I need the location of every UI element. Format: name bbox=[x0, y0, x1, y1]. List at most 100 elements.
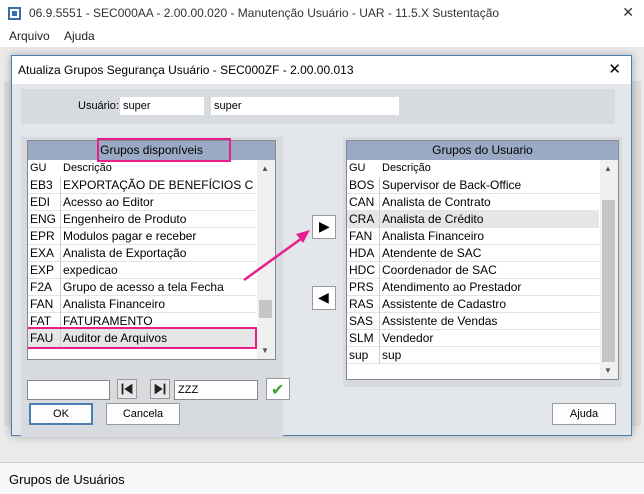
column-separator bbox=[379, 279, 380, 296]
user-code-field[interactable]: super bbox=[120, 97, 204, 115]
group-code: sup bbox=[349, 348, 369, 362]
group-code: EXA bbox=[30, 246, 55, 260]
group-code: EPR bbox=[30, 229, 55, 243]
scroll-down-icon[interactable]: ▼ bbox=[604, 366, 612, 375]
assigned-groups-list[interactable]: Grupos do Usuario GU Descrição BOS Superv… bbox=[346, 140, 619, 380]
confirm-button[interactable]: ✔ bbox=[266, 378, 290, 400]
list-item[interactable]: ENG Engenheiro de Produto bbox=[28, 211, 256, 228]
group-code: SLM bbox=[349, 331, 374, 345]
group-description: EXPORTAÇÃO DE BENEFÍCIOS CC bbox=[63, 178, 253, 192]
range-end-input[interactable]: ZZZ bbox=[174, 380, 258, 400]
available-groups-panel: Grupos disponíveis GU Descrição EB3 EXPOR… bbox=[21, 137, 290, 437]
group-description: Modulos pagar e receber bbox=[63, 229, 197, 243]
status-bar: Grupos de Usuários bbox=[0, 462, 644, 494]
group-description: Acesso ao Editor bbox=[63, 195, 154, 209]
available-groups-list[interactable]: Grupos disponíveis GU Descrição EB3 EXPOR… bbox=[27, 140, 276, 360]
status-text: Grupos de Usuários bbox=[9, 472, 125, 487]
list-item[interactable]: EB3 EXPORTAÇÃO DE BENEFÍCIOS CC bbox=[28, 177, 256, 194]
available-col-gu: GU bbox=[30, 162, 47, 174]
list-item[interactable]: sup sup bbox=[347, 347, 599, 364]
group-description: Assistente de Cadastro bbox=[382, 297, 507, 311]
main-titlebar: 06.9.5551 - SEC000AA - 2.00.00.020 - Man… bbox=[0, 0, 644, 27]
user-panel: Usuário: super super bbox=[21, 89, 615, 124]
scroll-down-icon[interactable]: ▼ bbox=[261, 346, 269, 355]
group-code: HDA bbox=[349, 246, 375, 260]
window-close-button[interactable]: ✕ bbox=[622, 4, 634, 21]
list-item[interactable]: PRS Atendimento ao Prestador bbox=[347, 279, 599, 296]
search-input[interactable] bbox=[27, 380, 110, 400]
column-separator bbox=[60, 194, 61, 211]
scroll-thumb[interactable] bbox=[602, 200, 615, 362]
column-separator bbox=[379, 245, 380, 262]
scroll-up-icon[interactable]: ▲ bbox=[261, 164, 269, 173]
group-code: RAS bbox=[349, 297, 374, 311]
assigned-groups-panel: Grupos do Usuario GU Descrição BOS Superv… bbox=[343, 137, 622, 387]
first-page-icon bbox=[121, 383, 133, 395]
column-separator bbox=[60, 177, 61, 194]
group-code: CRA bbox=[349, 212, 375, 226]
list-item[interactable]: FAN Analista Financeiro bbox=[28, 296, 256, 313]
group-dialog: Atualiza Grupos Segurança Usuário - SEC0… bbox=[11, 55, 632, 437]
help-button[interactable]: Ajuda bbox=[552, 403, 616, 425]
group-code: F2A bbox=[30, 280, 53, 294]
list-item[interactable]: EXA Analista de Exportação bbox=[28, 245, 256, 262]
checkmark-icon: ✔ bbox=[271, 382, 285, 399]
column-separator bbox=[60, 228, 61, 245]
list-item[interactable]: SLM Vendedor bbox=[347, 330, 599, 347]
list-item[interactable]: EXP expedicao bbox=[28, 262, 256, 279]
column-separator bbox=[60, 211, 61, 228]
scroll-up-icon[interactable]: ▲ bbox=[604, 164, 612, 173]
group-code: CAN bbox=[349, 195, 375, 209]
column-separator bbox=[60, 296, 61, 313]
assigned-groups-header: Grupos do Usuario bbox=[347, 141, 618, 160]
column-separator bbox=[379, 228, 380, 245]
group-code: PRS bbox=[349, 280, 374, 294]
group-description: Engenheiro de Produto bbox=[63, 212, 187, 226]
group-code: ENG bbox=[30, 212, 57, 226]
column-separator bbox=[379, 347, 380, 364]
group-code: SAS bbox=[349, 314, 374, 328]
user-label: Usuário: bbox=[78, 100, 119, 112]
menu-arquivo[interactable]: Arquivo bbox=[9, 29, 50, 43]
first-page-button[interactable] bbox=[117, 379, 137, 399]
column-separator bbox=[379, 194, 380, 211]
list-item[interactable]: RAS Assistente de Cadastro bbox=[347, 296, 599, 313]
list-item[interactable]: EDI Acesso ao Editor bbox=[28, 194, 256, 211]
add-group-button[interactable]: ▶ bbox=[312, 215, 336, 239]
group-description: Atendimento ao Prestador bbox=[382, 280, 522, 294]
list-item[interactable]: HDC Coordenador de SAC bbox=[347, 262, 599, 279]
scroll-thumb[interactable] bbox=[259, 300, 272, 318]
group-description: expedicao bbox=[63, 263, 118, 277]
list-item[interactable]: CAN Analista de Contrato bbox=[347, 194, 599, 211]
list-item[interactable]: EPR Modulos pagar e receber bbox=[28, 228, 256, 245]
group-code: EXP bbox=[30, 263, 55, 277]
column-separator bbox=[379, 296, 380, 313]
group-description: Supervisor de Back-Office bbox=[382, 178, 522, 192]
cancel-button[interactable]: Cancela bbox=[106, 403, 180, 425]
available-col-desc: Descrição bbox=[63, 162, 112, 174]
group-description: Analista de Exportação bbox=[63, 246, 187, 260]
available-scrollbar[interactable]: ▲ ▼ bbox=[257, 160, 275, 359]
list-item[interactable]: FAN Analista Financeiro bbox=[347, 228, 599, 245]
list-item[interactable]: HDA Atendente de SAC bbox=[347, 245, 599, 262]
group-code: EB3 bbox=[30, 178, 53, 192]
list-item[interactable]: CRA Analista de Crédito bbox=[347, 211, 599, 228]
list-item[interactable]: SAS Assistente de Vendas bbox=[347, 313, 599, 330]
column-separator bbox=[379, 262, 380, 279]
group-description: Vendedor bbox=[382, 331, 434, 345]
column-separator bbox=[379, 177, 380, 194]
user-name-field: super bbox=[211, 97, 399, 115]
menubar: Arquivo Ajuda bbox=[0, 27, 644, 47]
ok-button[interactable]: OK bbox=[29, 403, 93, 425]
list-item[interactable]: BOS Supervisor de Back-Office bbox=[347, 177, 599, 194]
play-left-icon: ◀ bbox=[318, 289, 329, 305]
column-separator bbox=[60, 245, 61, 262]
group-description: Coordenador de SAC bbox=[382, 263, 497, 277]
menu-ajuda[interactable]: Ajuda bbox=[64, 29, 95, 43]
dialog-close-button[interactable]: ✕ bbox=[608, 60, 621, 78]
next-page-button[interactable] bbox=[150, 379, 170, 399]
assigned-scrollbar[interactable]: ▲ ▼ bbox=[600, 160, 618, 379]
list-item[interactable]: F2A Grupo de acesso a tela Fecha bbox=[28, 279, 256, 296]
column-separator bbox=[379, 330, 380, 347]
remove-group-button[interactable]: ◀ bbox=[312, 286, 336, 310]
